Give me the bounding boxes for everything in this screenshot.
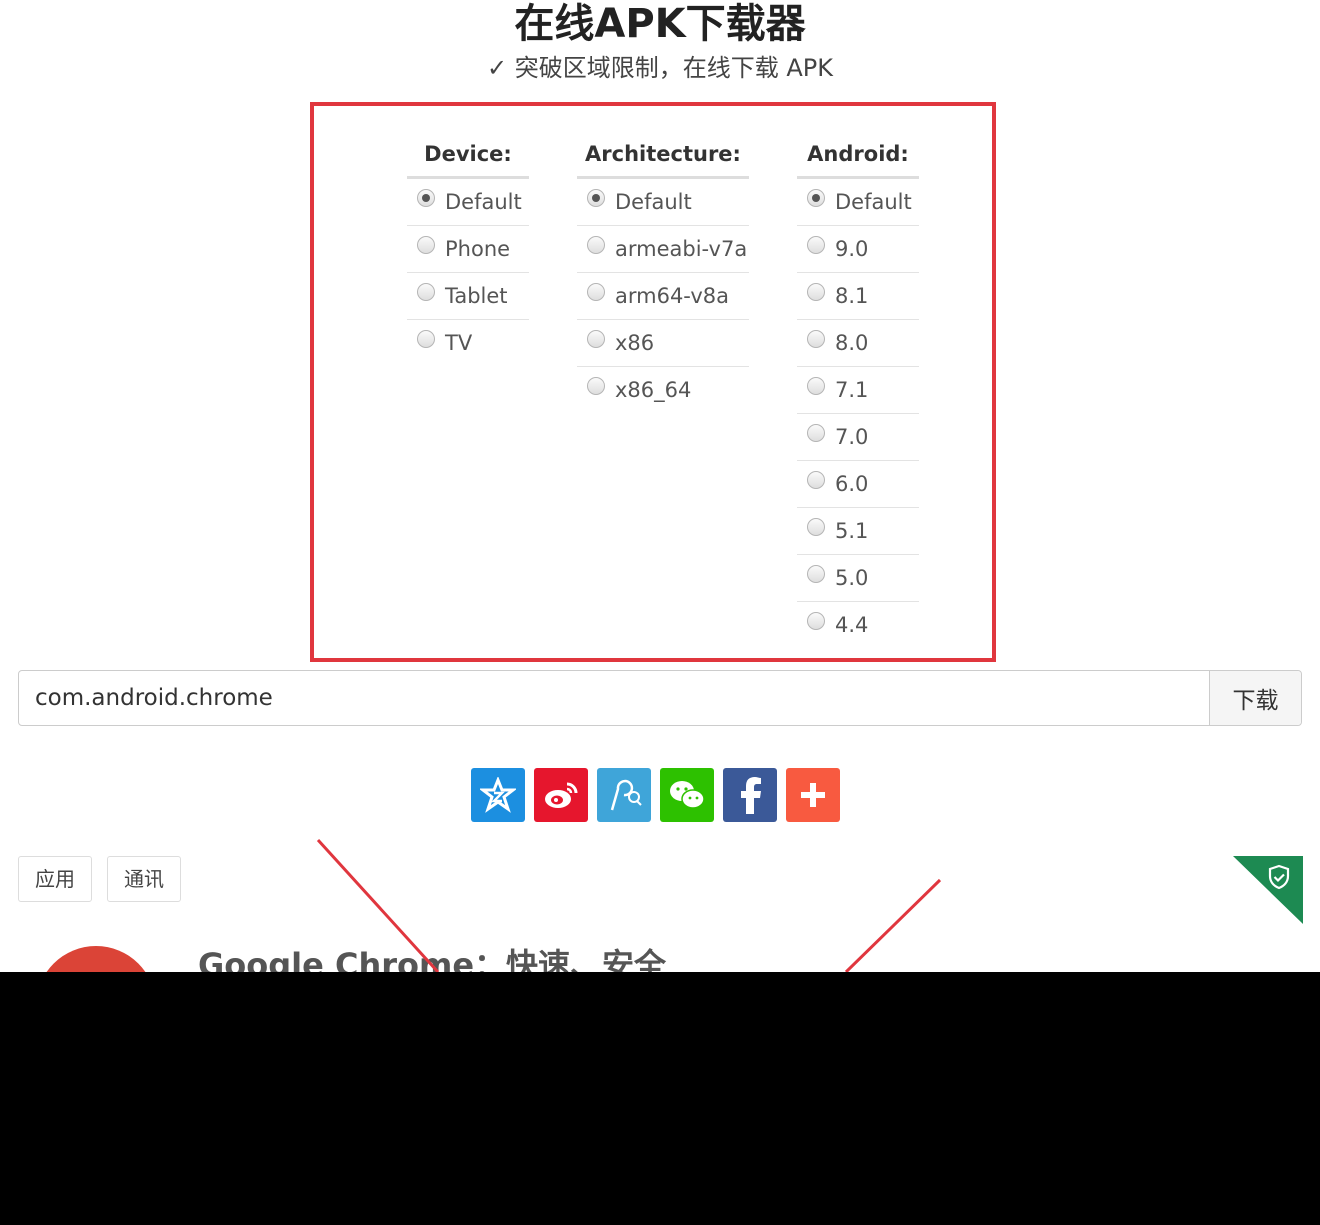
radio-checked-icon[interactable] xyxy=(417,189,435,207)
security-badge[interactable] xyxy=(1233,856,1303,928)
radio-icon[interactable] xyxy=(417,283,435,301)
radio-icon[interactable] xyxy=(587,377,605,395)
radio-icon[interactable] xyxy=(587,330,605,348)
android-heading: Android: xyxy=(797,132,919,179)
android-option-7-1[interactable]: 7.1 xyxy=(797,367,919,414)
option-label: arm64-v8a xyxy=(615,284,729,308)
page-title: 在线APK下载器 xyxy=(514,1,806,47)
arch-option-arm64-v8a[interactable]: arm64-v8a xyxy=(577,273,749,320)
radio-checked-icon[interactable] xyxy=(807,189,825,207)
arch-option-x86[interactable]: x86 xyxy=(577,320,749,367)
android-option-4-4[interactable]: 4.4 xyxy=(797,602,919,648)
option-label: x86_64 xyxy=(615,378,692,402)
qzone-icon[interactable] xyxy=(471,768,525,822)
weibo-icon[interactable] xyxy=(534,768,588,822)
tencent-weibo-icon[interactable] xyxy=(597,768,651,822)
radio-icon[interactable] xyxy=(807,471,825,489)
option-label: armeabi-v7a xyxy=(615,237,748,261)
android-column: Android: Default 9.0 8.1 8.0 7.1 7.0 6.0… xyxy=(797,132,919,648)
device-option-tv[interactable]: TV xyxy=(407,320,529,366)
app-title[interactable]: Google Chrome：快速、安全 xyxy=(198,940,666,972)
tab-apps[interactable]: 应用 xyxy=(18,856,92,902)
radio-icon[interactable] xyxy=(807,377,825,395)
share-bar xyxy=(471,768,840,822)
radio-icon[interactable] xyxy=(587,236,605,254)
option-label: 8.1 xyxy=(835,284,869,308)
device-option-tablet[interactable]: Tablet xyxy=(407,273,529,320)
android-option-7-0[interactable]: 7.0 xyxy=(797,414,919,461)
radio-icon[interactable] xyxy=(807,424,825,442)
option-label: 9.0 xyxy=(835,237,869,261)
option-label: 7.1 xyxy=(835,378,869,402)
android-option-9-0[interactable]: 9.0 xyxy=(797,226,919,273)
radio-icon[interactable] xyxy=(807,565,825,583)
option-label: 7.0 xyxy=(835,425,869,449)
radio-icon[interactable] xyxy=(807,612,825,630)
android-option-default[interactable]: Default xyxy=(797,179,919,226)
architecture-heading: Architecture: xyxy=(577,132,749,179)
radio-icon[interactable] xyxy=(807,518,825,536)
device-column: Device: Default Phone Tablet TV xyxy=(407,132,529,366)
option-label: Default xyxy=(835,190,912,214)
radio-icon[interactable] xyxy=(807,283,825,301)
options-panel: Device: Default Phone Tablet TV Architec… xyxy=(310,102,996,662)
device-option-phone[interactable]: Phone xyxy=(407,226,529,273)
option-label: x86 xyxy=(615,331,655,355)
option-label: Default xyxy=(445,190,522,214)
annotation-arrow-right xyxy=(844,878,942,972)
option-label: 4.4 xyxy=(835,613,869,637)
option-label: Tablet xyxy=(445,284,508,308)
device-heading: Device: xyxy=(407,132,529,179)
android-option-5-1[interactable]: 5.1 xyxy=(797,508,919,555)
arch-option-x86-64[interactable]: x86_64 xyxy=(577,367,749,413)
option-label: Default xyxy=(615,190,692,214)
radio-icon[interactable] xyxy=(417,236,435,254)
package-name-input[interactable] xyxy=(19,671,1209,725)
arch-option-default[interactable]: Default xyxy=(577,179,749,226)
device-option-default[interactable]: Default xyxy=(407,179,529,226)
more-icon[interactable] xyxy=(786,768,840,822)
tab-communication[interactable]: 通讯 xyxy=(107,856,181,902)
app-icon[interactable] xyxy=(36,946,156,972)
option-label: 8.0 xyxy=(835,331,869,355)
wechat-icon[interactable] xyxy=(660,768,714,822)
page: 在线APK下载器 ✓ 突破区域限制，在线下载 APK Device: Defau… xyxy=(0,0,1320,972)
android-option-5-0[interactable]: 5.0 xyxy=(797,555,919,602)
android-option-8-0[interactable]: 8.0 xyxy=(797,320,919,367)
android-option-6-0[interactable]: 6.0 xyxy=(797,461,919,508)
architecture-column: Architecture: Default armeabi-v7a arm64-… xyxy=(577,132,749,413)
radio-icon[interactable] xyxy=(417,330,435,348)
option-label: Phone xyxy=(445,237,511,261)
package-search-bar: 下载 xyxy=(18,670,1302,726)
radio-icon[interactable] xyxy=(587,283,605,301)
radio-icon[interactable] xyxy=(807,236,825,254)
page-subtitle: ✓ 突破区域限制，在线下载 APK xyxy=(487,54,833,82)
option-label: TV xyxy=(445,331,473,355)
option-label: 5.1 xyxy=(835,519,869,543)
download-button[interactable]: 下载 xyxy=(1209,671,1301,725)
radio-icon[interactable] xyxy=(807,330,825,348)
facebook-icon[interactable] xyxy=(723,768,777,822)
option-label: 5.0 xyxy=(835,566,869,590)
radio-checked-icon[interactable] xyxy=(587,189,605,207)
option-label: 6.0 xyxy=(835,472,869,496)
android-option-8-1[interactable]: 8.1 xyxy=(797,273,919,320)
arch-option-armeabi-v7a[interactable]: armeabi-v7a xyxy=(577,226,749,273)
